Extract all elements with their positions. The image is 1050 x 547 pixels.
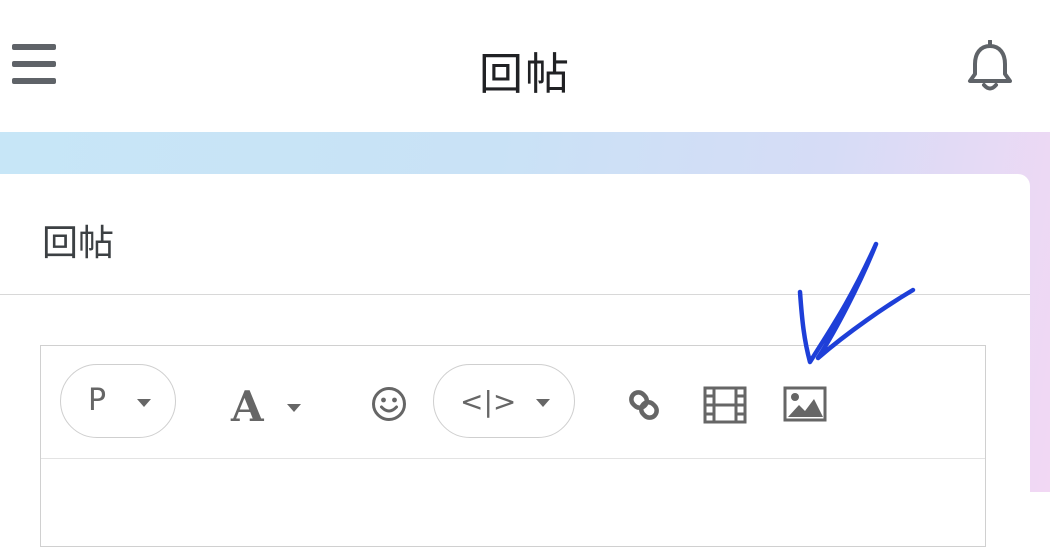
rich-text-editor: P A <|> bbox=[40, 345, 986, 547]
link-icon[interactable] bbox=[625, 386, 663, 424]
chevron-down-icon bbox=[137, 399, 151, 407]
toolbar-divider bbox=[41, 458, 985, 459]
paragraph-format-label: P bbox=[88, 383, 107, 418]
font-style-label: A bbox=[231, 382, 264, 431]
card-title: 回帖 bbox=[42, 223, 115, 264]
code-view-label: <|> bbox=[460, 385, 517, 418]
image-icon[interactable] bbox=[783, 386, 827, 422]
bell-icon[interactable] bbox=[966, 39, 1014, 94]
reply-card: 回帖 P A <|> bbox=[0, 174, 1030, 547]
code-view-dropdown[interactable]: <|> bbox=[433, 364, 575, 438]
top-app-bar: 回帖 bbox=[0, 0, 1050, 132]
font-style-dropdown[interactable]: A bbox=[231, 382, 311, 432]
chevron-down-icon bbox=[536, 399, 550, 407]
page-title: 回帖 bbox=[479, 49, 571, 100]
chevron-down-icon bbox=[287, 404, 301, 412]
video-icon[interactable] bbox=[703, 386, 747, 424]
divider bbox=[0, 294, 1030, 295]
paragraph-format-dropdown[interactable]: P bbox=[60, 364, 176, 438]
emoji-icon[interactable] bbox=[371, 386, 407, 422]
